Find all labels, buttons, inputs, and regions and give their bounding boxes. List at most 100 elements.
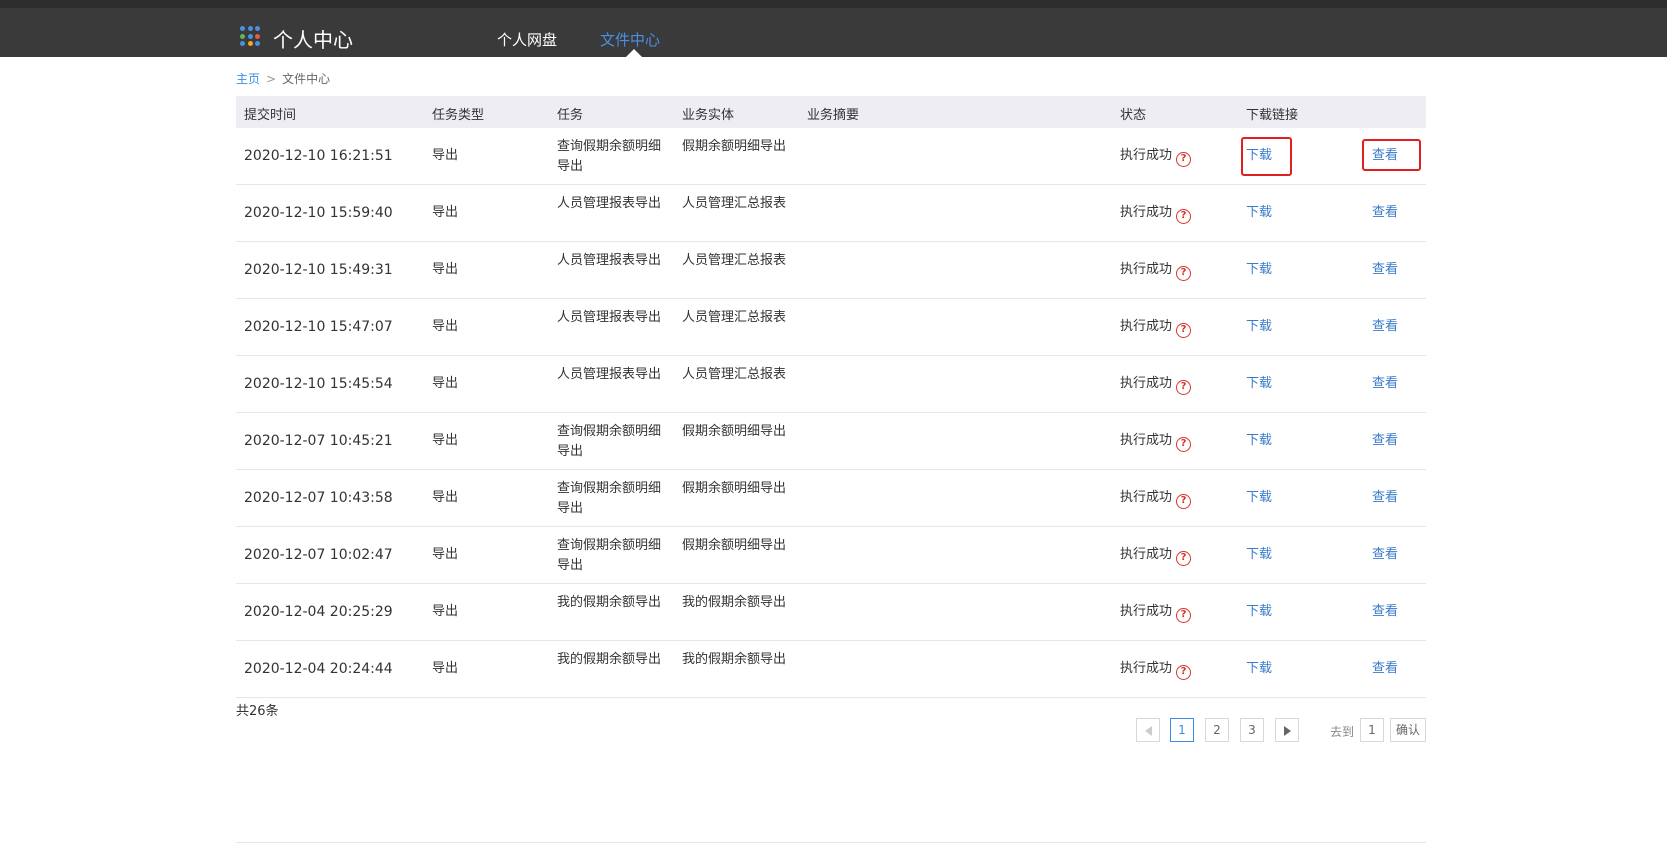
cell-task: 人员管理报表导出 bbox=[557, 253, 662, 268]
chevron-left-icon bbox=[1144, 725, 1152, 736]
download-link[interactable]: 下载 bbox=[1246, 203, 1272, 223]
cell-status: 执行成功? bbox=[1120, 488, 1192, 509]
tab-personal-drive[interactable]: 个人网盘 bbox=[497, 29, 557, 50]
help-question-icon[interactable]: ? bbox=[1176, 608, 1192, 623]
cell-business-entity: 人员管理汇总报表 bbox=[682, 196, 787, 211]
breadcrumb-current: 文件中心 bbox=[282, 72, 331, 86]
goto-confirm-button[interactable]: 确认 bbox=[1390, 718, 1426, 742]
download-link[interactable]: 下载 bbox=[1246, 488, 1272, 508]
goto-label: 去到 bbox=[1330, 725, 1355, 739]
cell-task: 我的假期余额导出 bbox=[557, 595, 662, 610]
cell-status: 执行成功? bbox=[1120, 602, 1192, 623]
page-2-button[interactable]: 2 bbox=[1205, 718, 1229, 742]
download-link[interactable]: 下载 bbox=[1246, 602, 1272, 622]
cell-status: 执行成功? bbox=[1120, 260, 1192, 281]
bottom-divider bbox=[236, 842, 1426, 843]
table-row: 2020-12-10 15:49:31 导出 人员管理报表导出 人员管理汇总报表 执行成… bbox=[236, 242, 1426, 299]
cell-submit-time: 2020-12-07 10:43:58 bbox=[244, 490, 393, 506]
brand-title: 个人中心 bbox=[273, 28, 353, 52]
cell-task: 人员管理报表导出 bbox=[557, 310, 662, 325]
table-row: 2020-12-04 20:25:29 导出 我的假期余额导出 我的假期余额导出 执行成… bbox=[236, 584, 1426, 641]
cell-business-entity: 我的假期余额导出 bbox=[682, 595, 787, 610]
next-page-button[interactable] bbox=[1275, 718, 1299, 742]
active-tab-caret-icon bbox=[626, 49, 642, 57]
view-link[interactable]: 查看 bbox=[1372, 317, 1398, 337]
download-link[interactable]: 下载 bbox=[1246, 659, 1272, 679]
download-link[interactable]: 下载 bbox=[1246, 374, 1272, 394]
status-text: 执行成功 bbox=[1120, 148, 1173, 163]
status-text: 执行成功 bbox=[1120, 205, 1173, 220]
total-count: 共26条 bbox=[236, 704, 279, 719]
cell-business-entity: 人员管理汇总报表 bbox=[682, 367, 787, 382]
view-link[interactable]: 查看 bbox=[1372, 431, 1398, 451]
page-1-button[interactable]: 1 bbox=[1170, 718, 1194, 742]
view-link[interactable]: 查看 bbox=[1372, 374, 1398, 394]
view-link[interactable]: 查看 bbox=[1372, 488, 1398, 508]
download-link[interactable]: 下载 bbox=[1246, 431, 1272, 451]
table-row: 2020-12-04 20:24:44 导出 我的假期余额导出 我的假期余额导出 执行成… bbox=[236, 641, 1426, 698]
help-question-icon[interactable]: ? bbox=[1176, 494, 1192, 509]
view-link[interactable]: 查看 bbox=[1372, 602, 1398, 622]
table-header: 提交时间 任务类型 任务 业务实体 业务摘要 状态 下载链接 bbox=[236, 96, 1426, 128]
status-text: 执行成功 bbox=[1120, 319, 1173, 334]
help-question-icon[interactable]: ? bbox=[1176, 323, 1192, 338]
goto-page-input[interactable]: 1 bbox=[1360, 718, 1384, 742]
logo-dot bbox=[240, 26, 245, 31]
cell-task-type: 导出 bbox=[432, 433, 459, 448]
logo-dot bbox=[255, 41, 260, 46]
table-row: 2020-12-07 10:45:21 导出 查询假期余额明细导出 假期余额明细导出执… bbox=[236, 413, 1426, 470]
download-link[interactable]: 下载 bbox=[1246, 317, 1272, 337]
help-question-icon[interactable]: ? bbox=[1176, 437, 1192, 452]
apps-grid-icon[interactable] bbox=[240, 26, 260, 46]
status-text: 执行成功 bbox=[1120, 262, 1173, 277]
status-text: 执行成功 bbox=[1120, 661, 1173, 676]
help-question-icon[interactable]: ? bbox=[1176, 380, 1192, 395]
download-link[interactable]: 下载 bbox=[1246, 545, 1272, 565]
table-row: 2020-12-07 10:43:58 导出 查询假期余额明细导出 假期余额明细导出执… bbox=[236, 470, 1426, 527]
cell-submit-time: 2020-12-07 10:45:21 bbox=[244, 433, 393, 449]
chevron-right-icon bbox=[1283, 725, 1291, 736]
cell-task-type: 导出 bbox=[432, 319, 459, 334]
breadcrumb-home-link[interactable]: 主页 bbox=[236, 72, 260, 86]
help-question-icon[interactable]: ? bbox=[1176, 551, 1192, 566]
help-question-icon[interactable]: ? bbox=[1176, 152, 1192, 167]
prev-page-button[interactable] bbox=[1136, 718, 1160, 742]
logo-dot bbox=[255, 33, 260, 39]
logo-dot bbox=[240, 33, 245, 39]
status-text: 执行成功 bbox=[1120, 547, 1173, 562]
status-text: 执行成功 bbox=[1120, 433, 1173, 448]
cell-task-type: 导出 bbox=[432, 376, 459, 391]
breadcrumb-separator: > bbox=[266, 72, 277, 86]
cell-submit-time: 2020-12-10 15:47:07 bbox=[244, 319, 393, 335]
cell-business-entity: 人员管理汇总报表 bbox=[682, 310, 787, 325]
logo-dot bbox=[247, 26, 253, 31]
tab-file-center[interactable]: 文件中心 bbox=[600, 29, 660, 50]
cell-task-type: 导出 bbox=[432, 547, 459, 562]
cell-status: 执行成功? bbox=[1120, 659, 1192, 680]
header-task-type: 任务类型 bbox=[432, 108, 485, 123]
table-row: 2020-12-10 15:47:07 导出 人员管理报表导出 人员管理汇总报表执行成… bbox=[236, 299, 1426, 356]
view-link[interactable]: 查看 bbox=[1372, 203, 1398, 223]
header-download-link: 下载链接 bbox=[1246, 108, 1299, 123]
cell-submit-time: 2020-12-10 16:21:51 bbox=[244, 148, 393, 164]
cell-task: 查询假期余额明细导出 bbox=[557, 139, 662, 174]
download-highlight-box bbox=[1241, 137, 1292, 176]
cell-submit-time: 2020-12-04 20:24:44 bbox=[244, 661, 393, 677]
page-3-button[interactable]: 3 bbox=[1240, 718, 1264, 742]
download-link[interactable]: 下载 bbox=[1246, 260, 1272, 280]
help-question-icon[interactable]: ? bbox=[1176, 665, 1192, 680]
header-submit-time: 提交时间 bbox=[244, 108, 297, 123]
help-question-icon[interactable]: ? bbox=[1176, 209, 1192, 224]
view-link[interactable]: 查看 bbox=[1372, 545, 1398, 565]
cell-task: 人员管理报表导出 bbox=[557, 367, 662, 382]
status-text: 执行成功 bbox=[1120, 604, 1173, 619]
view-link[interactable]: 查看 bbox=[1372, 659, 1398, 679]
cell-task-type: 导出 bbox=[432, 205, 459, 220]
logo-dot bbox=[247, 41, 253, 46]
help-question-icon[interactable]: ? bbox=[1176, 266, 1192, 281]
cell-business-entity: 假期余额明细导出 bbox=[682, 538, 787, 553]
view-link[interactable]: 查看 bbox=[1372, 260, 1398, 280]
cell-submit-time: 2020-12-10 15:45:54 bbox=[244, 376, 393, 392]
table-row: 2020-12-07 10:02:47 导出 查询假期余额明细导出 假期余额明细导出执… bbox=[236, 527, 1426, 584]
cell-task: 人员管理报表导出 bbox=[557, 196, 662, 211]
